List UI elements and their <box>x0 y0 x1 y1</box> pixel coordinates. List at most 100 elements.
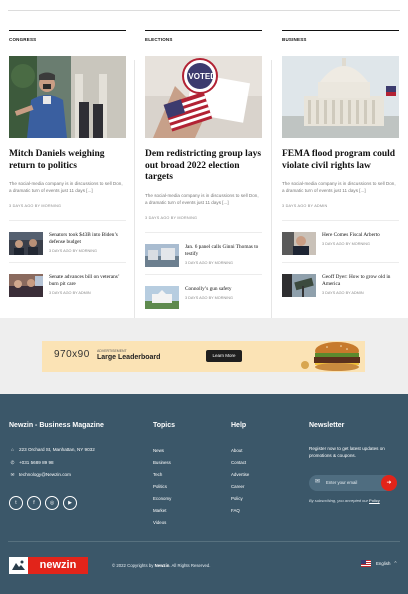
column-congress: CONGRESS Mitch Daniels weighing return t… <box>9 30 126 305</box>
thumbnail-man-suit[interactable] <box>282 232 316 255</box>
column-divider <box>134 60 135 328</box>
column-elections: ELECTIONS I VOTED Dem redistricting grou… <box>145 30 262 317</box>
list-item-meta: 3 DAYS AGO BY MORNING <box>49 249 97 253</box>
list-item-title[interactable]: Connolly’s gun safety <box>185 286 233 293</box>
i-voted-text: I VOTED <box>184 72 216 81</box>
ad-title: Large Leaderboard <box>97 354 161 361</box>
topic-link[interactable]: Business <box>153 457 171 469</box>
phone-row[interactable]: ✆ +031 5689 89 98 <box>9 457 95 470</box>
copyright-brand[interactable]: Newzin <box>155 563 170 568</box>
thumbnail-street-sign[interactable] <box>282 274 316 297</box>
list-item-title[interactable]: Senate advances bill on veterans’ burn p… <box>49 274 126 288</box>
topic-link[interactable]: Economy <box>153 493 171 505</box>
ad-section: 970x90 ADVERTISEMENT Large Leaderboard L… <box>0 318 408 394</box>
youtube-icon[interactable]: ▶ <box>63 496 77 510</box>
help-link[interactable]: Contact <box>231 457 249 469</box>
topics-list: News Business Tech Politics Economy Mark… <box>153 445 171 529</box>
column-business: BUSINESS FEMA flood program could violat… <box>282 30 399 305</box>
hero-image-capitol[interactable] <box>282 56 399 138</box>
thumbnail-white-house[interactable] <box>145 285 179 309</box>
burger-image <box>301 342 360 371</box>
topic-link[interactable]: Tech <box>153 469 171 481</box>
arrow-right-icon: ➜ <box>386 480 392 486</box>
list-item-title[interactable]: Geoff Dyer: How to grow old in America <box>322 274 399 288</box>
ad-size-label: 970x90 <box>54 349 90 360</box>
site-logo[interactable]: newzin <box>9 557 88 574</box>
article-title[interactable]: Dem redistricting group lays out broad 2… <box>145 149 262 184</box>
thumbnail-senators[interactable] <box>9 232 43 255</box>
article-excerpt: The social-media company is in discussio… <box>145 192 259 205</box>
email-row[interactable]: ✉ technology@Newzin.com <box>9 469 95 482</box>
social-links: t f ◎ ▶ <box>9 496 77 510</box>
subscribe-note: By subscribing, you accepted our Policy <box>309 498 380 503</box>
list-item-meta: 3 DAYS AGO BY ADMIN <box>49 291 91 295</box>
copyright-prefix: © 2022 Copyrights by <box>112 563 154 568</box>
twitter-icon[interactable]: t <box>9 496 23 510</box>
list-item[interactable]: Senate advances bill on veterans’ burn p… <box>9 263 126 305</box>
list-item-meta: 3 DAYS AGO BY ADMIN <box>322 291 364 295</box>
phone-text: +031 5689 89 98 <box>19 459 54 465</box>
list-item-meta: 3 DAYS AGO BY MORNING <box>185 260 233 265</box>
policy-link[interactable]: Policy <box>369 498 380 503</box>
topic-link[interactable]: News <box>153 445 171 457</box>
newsletter-text: Register now to get latest updates on pr… <box>309 446 385 458</box>
subscribe-note-text: By subscribing, you accepted our <box>309 498 368 503</box>
article-title[interactable]: FEMA flood program could violate civil r… <box>282 149 399 172</box>
address-row: ⌂ 223 Orchard St, Manhattan, NY 9032 <box>9 444 95 457</box>
help-link[interactable]: FAQ <box>231 505 249 517</box>
list-item[interactable]: Jan. 6 panel calls Ginni Thomas to testi… <box>145 233 262 275</box>
list-item[interactable]: Senators took $43B into Biden’s defense … <box>9 221 126 263</box>
help-link[interactable]: Advertise <box>231 469 249 481</box>
article-title[interactable]: Mitch Daniels weighing return to politic… <box>9 149 126 172</box>
category-label[interactable]: ELECTIONS <box>145 30 262 44</box>
topics-heading: Topics <box>153 422 176 429</box>
article-meta: 3 DAYS AGO BY MORNING <box>9 204 62 208</box>
help-link[interactable]: About <box>231 445 249 457</box>
site-footer: Newzin - Business Magazine ⌂ 223 Orchard … <box>0 394 408 594</box>
list-item-title[interactable]: Senators took $43B into Biden’s defense … <box>49 232 126 246</box>
list-item-title[interactable]: Here Comes Fiscal Arberto <box>322 232 380 239</box>
thumbnail-senate[interactable] <box>9 274 43 297</box>
thumbnail-capitol-hall[interactable] <box>145 243 179 267</box>
related-list: Jan. 6 panel calls Ginni Thomas to testi… <box>145 231 262 317</box>
article-excerpt: The social-media company is in discussio… <box>282 181 396 193</box>
category-label[interactable]: BUSINESS <box>282 30 399 44</box>
list-item-meta: 3 DAYS AGO BY MORNING <box>185 295 233 300</box>
envelope-icon: ✉ <box>315 479 321 485</box>
list-item[interactable]: Connolly’s gun safety 3 DAYS AGO BY MORN… <box>145 275 262 317</box>
help-list: About Contact Advertise Career Policy FA… <box>231 445 249 517</box>
list-item-title[interactable]: Jan. 6 panel calls Ginni Thomas to testi… <box>185 244 262 258</box>
learn-more-button[interactable]: Learn More <box>206 350 242 362</box>
us-flag-icon <box>361 560 371 567</box>
phone-icon: ✆ <box>10 459 15 465</box>
category-label[interactable]: CONGRESS <box>9 30 126 44</box>
logo-text: newzin <box>28 557 88 574</box>
chevron-up-icon: ⌃ <box>393 560 398 567</box>
instagram-icon[interactable]: ◎ <box>45 496 59 510</box>
topic-link[interactable]: Politics <box>153 481 171 493</box>
article-meta: 3 DAYS AGO BY MORNING <box>145 215 198 220</box>
logo-mark-icon <box>9 557 28 574</box>
help-heading: Help <box>231 422 247 429</box>
subscribe-button[interactable]: ➜ <box>381 475 397 491</box>
hero-image-speaker[interactable] <box>9 56 126 138</box>
language-label: English <box>376 561 391 566</box>
hero-image-voting[interactable]: I VOTED <box>145 56 262 138</box>
list-item-meta: 3 DAYS AGO BY MORNING <box>322 242 370 246</box>
copyright: © 2022 Copyrights by Newzin. All Rights … <box>112 563 210 568</box>
email-placeholder: Enter your email <box>326 480 358 485</box>
list-item[interactable]: Here Comes Fiscal Arberto 3 DAYS AGO BY … <box>282 221 399 263</box>
list-item[interactable]: Geoff Dyer: How to grow old in America 3… <box>282 263 399 305</box>
topic-link[interactable]: Market <box>153 505 171 517</box>
help-link[interactable]: Career <box>231 481 249 493</box>
leaderboard-ad[interactable]: 970x90 ADVERTISEMENT Large Leaderboard L… <box>42 341 365 372</box>
related-list: Here Comes Fiscal Arberto 3 DAYS AGO BY … <box>282 220 399 305</box>
footer-divider <box>8 541 400 542</box>
facebook-icon[interactable]: f <box>27 496 41 510</box>
topic-link[interactable]: Videos <box>153 517 171 529</box>
contact-info: ⌂ 223 Orchard St, Manhattan, NY 9032 ✆ +03… <box>9 444 95 482</box>
language-selector[interactable]: English ⌃ <box>361 560 398 567</box>
help-link[interactable]: Policy <box>231 493 249 505</box>
newsletter-heading: Newsletter <box>309 422 345 429</box>
home-icon: ⌂ <box>11 447 14 452</box>
